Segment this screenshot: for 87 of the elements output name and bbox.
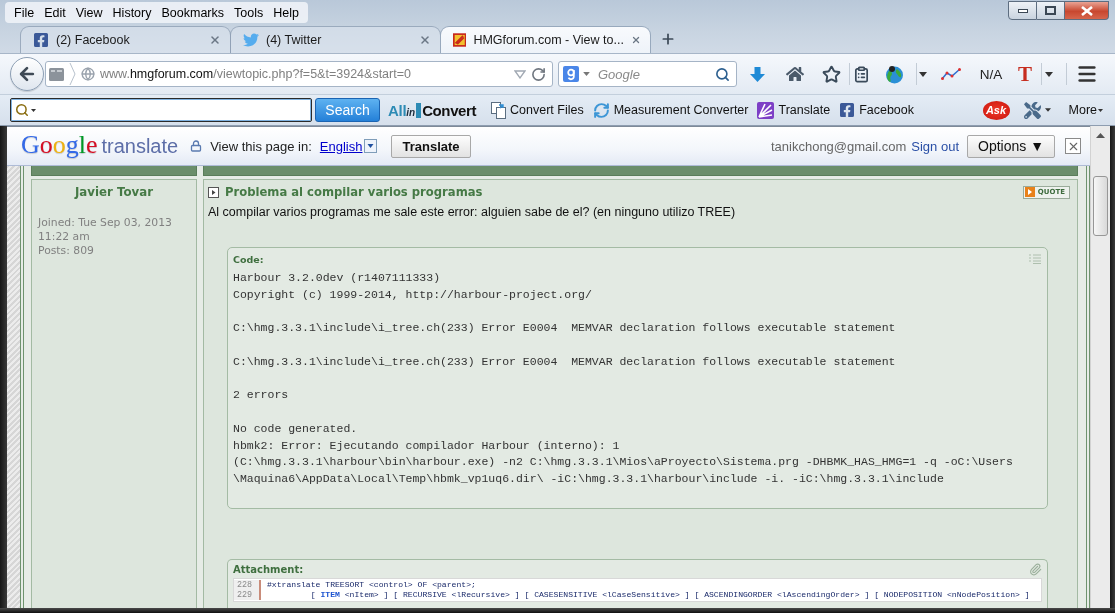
post-count: Posts: 809 <box>37 244 95 258</box>
tools-icon[interactable] <box>1023 101 1041 119</box>
google-translate-logo: Googletranslate <box>21 129 179 161</box>
download-arrow-icon[interactable] <box>748 65 766 83</box>
code-line: #xtranslate TREESORT <control> OF <parent>; <box>266 580 476 590</box>
facebook-icon <box>33 32 49 48</box>
search-engine-icon[interactable] <box>563 66 579 82</box>
maximize-icon <box>1045 6 1056 15</box>
search-field[interactable]: Google <box>558 61 737 87</box>
join-date: Joined: Tue Sep 03, 2013 11:22 am <box>36 216 173 244</box>
menu-item[interactable]: Tools <box>229 2 269 23</box>
close-tab-icon[interactable] <box>209 34 221 46</box>
facebook-icon <box>839 102 856 118</box>
bird-icon <box>243 32 259 48</box>
bookmark-item[interactable]: Facebook <box>836 102 918 118</box>
browser-tab[interactable]: (4) Twitter <box>230 26 441 53</box>
caret-icon <box>31 108 36 112</box>
ask-logo[interactable]: Ask <box>982 100 1010 120</box>
menu-icon[interactable] <box>1076 63 1098 85</box>
menu-item[interactable]: Help <box>268 2 304 23</box>
chevron-icon <box>69 62 76 86</box>
page-icon <box>49 67 64 81</box>
search-icon <box>15 103 29 117</box>
translate-prompt: View this page in: <box>210 138 312 154</box>
attachment-label: Attachment: <box>233 563 304 575</box>
menu-item[interactable]: History <box>107 2 157 23</box>
more-button[interactable]: More <box>1068 103 1103 117</box>
browser-tab[interactable]: (2) Facebook <box>20 26 231 53</box>
minimize-icon <box>1017 8 1028 13</box>
menu-item[interactable]: View <box>70 2 108 23</box>
expand-toggle-icon[interactable] <box>208 186 219 198</box>
caret-icon <box>583 72 590 76</box>
line-number: 229 <box>234 590 261 600</box>
caret-icon <box>1098 108 1103 112</box>
menu-item[interactable]: File <box>9 2 40 23</box>
status-readout[interactable]: N/A <box>979 66 1003 82</box>
new-tab-icon[interactable] <box>660 31 676 47</box>
menu-item[interactable]: Bookmarks <box>156 2 229 23</box>
star-icon[interactable] <box>821 64 841 84</box>
code-label: Code: <box>233 253 264 265</box>
browser-tab[interactable]: HMGforum.com - View to... <box>440 26 651 53</box>
lock-icon <box>190 140 203 152</box>
author-name[interactable]: Javier Tovar <box>74 185 154 199</box>
minimize-button[interactable] <box>1008 1 1037 20</box>
line-chart-icon[interactable] <box>941 67 961 81</box>
caret-icon <box>1045 71 1053 77</box>
letter-button[interactable]: T <box>1018 63 1032 85</box>
code-text: Harbour 3.2.0dev (r1407111333) Copyright (c) 1999-2014, http://harbour-project.org/ C:\hmg.3.3.1\include\i_tree.ch(233) Error E0004 MEMVAR declaration follows executable statement C:\hmg.3.3.1\include\i_tree.ch(233) Error E0004 MEMVAR declaration follows executable statement 2 errors No code generated. hbmk2: Error: Ejecutando compilador Harbour (interno): 1 (C:\hmg.3.3.1\harbour\bin\harbour.exe) -n2 C:\hmg.3.3.1\Mios\aProyecto\Sistema.prg -DHBMK_HAS_HMG=1 -q -oC:\Users \Maquina6\AppData\Local\Temp\hbmk_vp1uq6.dir\ -iC:\hmg.3.3.1\harbour\include -i. -iC:\hmg.3.3.1\include <box>233 270 1014 487</box>
allinconvert-logo[interactable]: Allin Convert <box>388 101 477 119</box>
close-tab-icon[interactable] <box>419 34 431 46</box>
bookmark-item[interactable]: Translate <box>754 101 834 119</box>
arrow-square-icon <box>1024 187 1035 197</box>
reload-icon[interactable] <box>531 66 546 82</box>
paperclip-icon <box>1029 562 1042 576</box>
scroll-up-arrow-icon[interactable] <box>1096 133 1105 138</box>
home-icon[interactable] <box>786 65 804 83</box>
sign-out-link[interactable]: Sign out <box>911 138 959 154</box>
caret-icon <box>1044 108 1051 112</box>
bookmark-item[interactable]: Measurement Converter <box>589 101 752 119</box>
translate-button[interactable]: Translate <box>391 134 471 158</box>
translate-icon <box>757 101 775 119</box>
maximize-button[interactable] <box>1037 1 1065 20</box>
clipboard-icon[interactable] <box>852 65 870 83</box>
post-text: Al compilar varios programas me sale este error: alguien sabe de el? (en ninguno utilizo TREE) <box>208 205 737 220</box>
globe-icon <box>81 67 95 81</box>
scrollbar-thumb[interactable] <box>1093 176 1108 236</box>
post-title: Problema al compilar varios programas <box>225 185 483 199</box>
toolbar-search-field[interactable] <box>10 98 312 122</box>
back-button[interactable] <box>10 57 44 91</box>
options-button[interactable]: Options ▼ <box>967 134 1055 158</box>
caret-icon <box>919 71 927 77</box>
code-line: [ ITEM <nItem> ] [ RECURSIVE <lRecursive> ] [ CASESENSITIVE <lCaseSensitive> ] [ ASCENDINGORDER <lAscendingOrder> ] [ NODEPOSITION <nNodePosition> ] <box>309 590 1030 600</box>
close-button[interactable] <box>1065 138 1081 154</box>
close-tab-icon[interactable] <box>630 34 641 46</box>
address-field[interactable]: www.hmgforum.com/viewtopic.php?f=5&t=3924&start=0 <box>45 61 553 87</box>
close-window-button[interactable] <box>1065 1 1109 20</box>
bookmark-item[interactable]: Convert Files <box>488 101 587 119</box>
search-input[interactable]: Google <box>594 64 711 84</box>
documents-icon <box>491 101 507 119</box>
circular-arrows-icon <box>592 101 610 119</box>
search-icon[interactable] <box>715 66 730 82</box>
language-link[interactable]: English <box>319 138 363 154</box>
globe-icon[interactable] <box>884 64 904 84</box>
favicon-icon <box>453 32 467 48</box>
account-email: tanikchong@gmail.com <box>770 138 907 154</box>
menu-item[interactable]: Edit <box>39 2 71 23</box>
close-icon <box>1080 5 1093 16</box>
